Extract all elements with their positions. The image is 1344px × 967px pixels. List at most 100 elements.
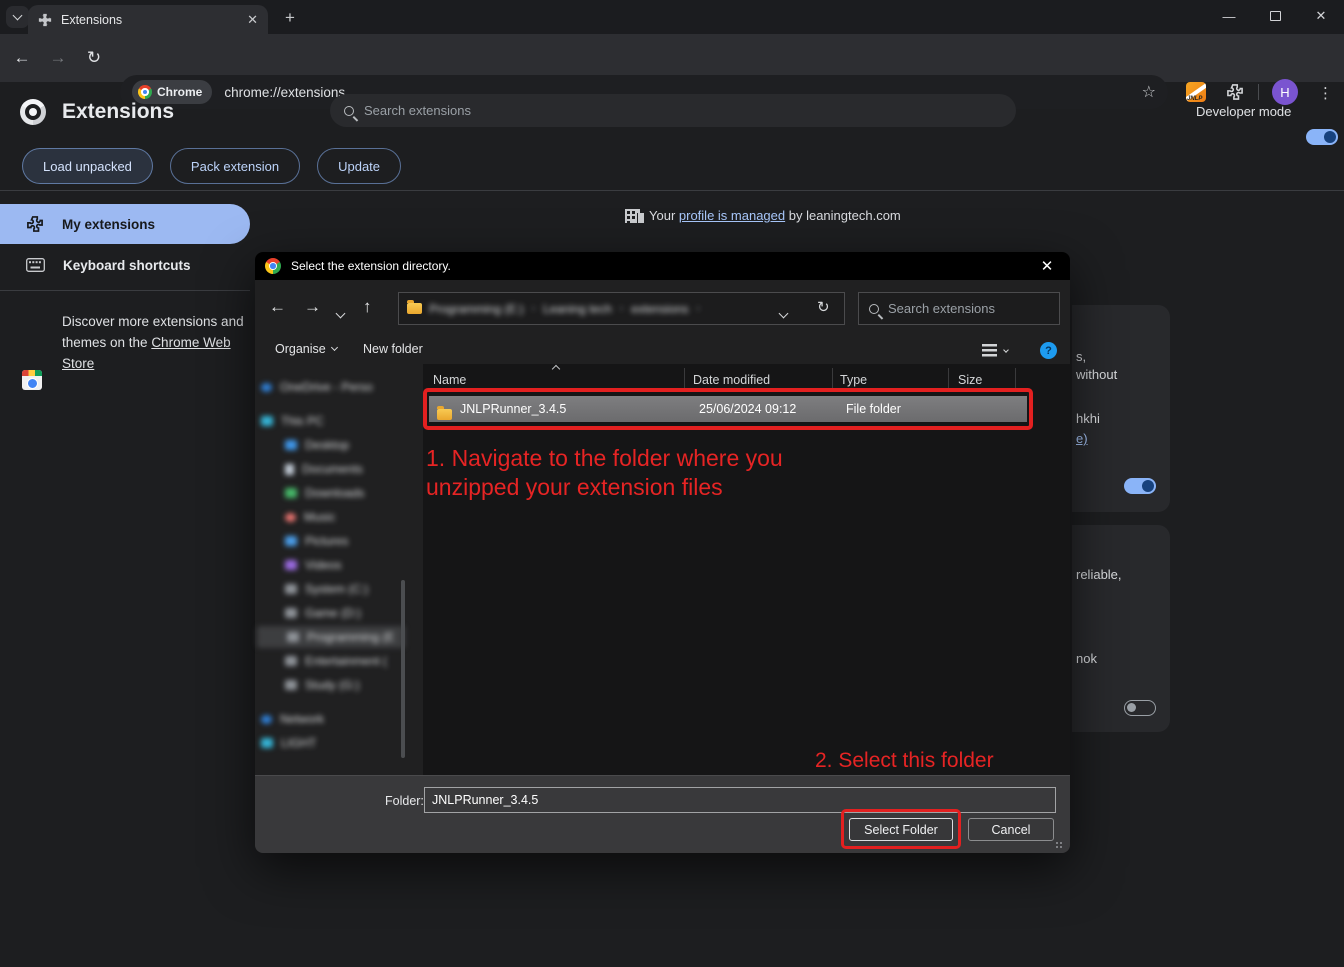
card-text-fragment: hkhi bbox=[1076, 411, 1100, 426]
chevron-down-icon bbox=[13, 11, 23, 21]
folder-name-input[interactable] bbox=[424, 787, 1056, 813]
profile-avatar[interactable]: H bbox=[1272, 79, 1298, 105]
breadcrumb[interactable]: Programming (E:) › Leaning tech › extensions… bbox=[398, 292, 845, 325]
breadcrumb-segment[interactable]: Programming (E:) bbox=[429, 302, 524, 316]
reload-button[interactable]: ↻ bbox=[80, 44, 108, 72]
profile-managed-link[interactable]: profile is managed bbox=[679, 208, 785, 223]
close-window-button[interactable]: ✕ bbox=[1298, 1, 1344, 31]
chevron-down-icon bbox=[336, 309, 346, 319]
sidebar-item-keyboard-shortcuts[interactable]: Keyboard shortcuts bbox=[0, 246, 250, 284]
tab-extensions[interactable]: Extensions ✕ bbox=[28, 5, 268, 34]
pack-extension-button[interactable]: Pack extension bbox=[170, 148, 300, 184]
tab-strip: Extensions ✕ + — ✕ bbox=[0, 0, 1344, 34]
dialog-close-icon[interactable]: ✕ bbox=[1034, 257, 1060, 275]
load-unpacked-button[interactable]: Load unpacked bbox=[22, 148, 153, 184]
dialog-search-input[interactable] bbox=[888, 301, 1049, 316]
dialog-title: Select the extension directory. bbox=[291, 259, 1024, 273]
tree-item[interactable]: Desktop bbox=[255, 434, 349, 456]
puzzle-icon bbox=[1226, 83, 1244, 101]
select-directory-dialog: Select the extension directory. ✕ ← → ↑ … bbox=[255, 252, 1070, 853]
dialog-recent-locations-button[interactable] bbox=[337, 304, 344, 322]
tree-item[interactable]: This PC bbox=[255, 410, 324, 432]
forward-button[interactable]: → bbox=[44, 44, 72, 72]
back-button[interactable]: ← bbox=[8, 44, 36, 72]
tree-item[interactable]: Programming (E bbox=[257, 626, 405, 648]
tree-item[interactable]: OneDrive - Perso bbox=[255, 376, 373, 398]
tree-item[interactable]: Videos bbox=[255, 554, 341, 576]
extensions-page-logo-icon bbox=[20, 99, 46, 125]
dialog-refresh-icon[interactable]: ↻ bbox=[817, 298, 830, 316]
tree-item[interactable]: Documents bbox=[255, 458, 363, 480]
tab-search-button[interactable] bbox=[6, 6, 29, 28]
resize-grip[interactable] bbox=[1056, 842, 1064, 850]
extension-enable-toggle[interactable] bbox=[1124, 478, 1156, 494]
breadcrumb-separator-icon: › bbox=[696, 303, 699, 314]
organise-menu[interactable]: Organise bbox=[275, 342, 337, 356]
tree-item[interactable]: System (C:) bbox=[255, 578, 368, 600]
tree-item[interactable]: Game (D:) bbox=[255, 602, 361, 624]
tree-item-label: LIGHT bbox=[281, 736, 316, 750]
developer-mode-toggle[interactable] bbox=[1306, 129, 1338, 145]
tree-item[interactable]: Music bbox=[255, 506, 335, 528]
jnlp-extension-button[interactable]: JNLP bbox=[1186, 82, 1206, 102]
extensions-menu-button[interactable] bbox=[1226, 83, 1244, 101]
column-header-size[interactable]: Size bbox=[958, 373, 982, 387]
maximize-button[interactable] bbox=[1252, 1, 1298, 31]
extension-enable-toggle[interactable] bbox=[1124, 700, 1156, 716]
folder-tree[interactable]: OneDrive - Perso This PC DesktopDocumentsD… bbox=[255, 364, 415, 775]
column-header-date-modified[interactable]: Date modified bbox=[693, 373, 770, 387]
new-folder-button[interactable]: New folder bbox=[363, 342, 423, 356]
breadcrumb-segment[interactable]: extensions bbox=[631, 302, 688, 316]
chevron-down-icon bbox=[331, 344, 338, 351]
drive-icon bbox=[285, 584, 297, 594]
dialog-up-button[interactable]: ↑ bbox=[363, 297, 372, 317]
sidebar-item-label: Keyboard shortcuts bbox=[63, 258, 191, 273]
breadcrumb-dropdown-icon[interactable] bbox=[780, 304, 787, 322]
tree-item-label: This PC bbox=[281, 414, 324, 428]
dialog-back-button[interactable]: ← bbox=[269, 297, 286, 317]
dialog-bottom-bar: Folder: Select Folder Cancel bbox=[255, 775, 1070, 853]
pc-icon bbox=[261, 738, 273, 748]
tree-scrollbar[interactable] bbox=[401, 580, 405, 758]
chrome-logo-icon bbox=[265, 258, 281, 274]
new-tab-button[interactable]: + bbox=[280, 8, 300, 28]
tree-item[interactable]: Entertainment ( bbox=[255, 650, 387, 672]
annotation-step1: 1. Navigate to the folder where youunzip… bbox=[426, 444, 783, 502]
bookmark-star-icon[interactable]: ☆ bbox=[1142, 82, 1156, 102]
tree-item[interactable]: Pictures bbox=[255, 530, 348, 552]
organization-icon bbox=[625, 209, 640, 223]
column-header-type[interactable]: Type bbox=[840, 373, 867, 387]
tree-item[interactable]: Network bbox=[255, 708, 324, 730]
tree-item-label: Entertainment ( bbox=[305, 654, 387, 668]
tree-item[interactable]: Study (G:) bbox=[255, 674, 360, 696]
view-mode-button[interactable] bbox=[982, 344, 1008, 357]
dialog-title-bar[interactable]: Select the extension directory. ✕ bbox=[255, 252, 1070, 280]
tab-close-icon[interactable]: ✕ bbox=[247, 12, 258, 28]
pc-icon bbox=[261, 416, 273, 426]
search-input[interactable] bbox=[364, 103, 1002, 118]
tree-item-label: System (C:) bbox=[305, 582, 368, 596]
sidebar-item-my-extensions[interactable]: My extensions bbox=[0, 204, 250, 244]
tree-item[interactable]: LIGHT bbox=[255, 732, 316, 754]
browser-toolbar: ← → ↻ Chrome chrome://extensions ☆ JNLP … bbox=[0, 34, 1344, 82]
card-link-fragment[interactable]: e) bbox=[1076, 431, 1088, 446]
pc-icon bbox=[285, 536, 297, 546]
help-button[interactable]: ? bbox=[1040, 342, 1057, 359]
dialog-forward-button[interactable]: → bbox=[304, 297, 321, 317]
minimize-button[interactable]: — bbox=[1206, 1, 1252, 31]
folder-icon bbox=[407, 303, 422, 314]
breadcrumb-segment[interactable]: Leaning tech bbox=[543, 302, 612, 316]
discover-text: Discover more extensions and themes on t… bbox=[62, 311, 252, 374]
breadcrumb-separator-icon: › bbox=[532, 303, 535, 314]
browser-menu-icon[interactable]: ⋮ bbox=[1318, 84, 1333, 102]
tree-item[interactable]: Downloads bbox=[255, 482, 364, 504]
sidebar-item-label: My extensions bbox=[62, 217, 155, 232]
chevron-down-icon bbox=[1003, 347, 1009, 353]
update-button[interactable]: Update bbox=[317, 148, 401, 184]
chrome-web-store-icon bbox=[22, 370, 42, 390]
cancel-button[interactable]: Cancel bbox=[968, 818, 1054, 841]
extensions-search[interactable] bbox=[330, 94, 1016, 127]
tree-item-label: Pictures bbox=[305, 534, 348, 548]
dialog-search[interactable] bbox=[858, 292, 1060, 325]
column-header-name[interactable]: Name bbox=[433, 373, 466, 387]
